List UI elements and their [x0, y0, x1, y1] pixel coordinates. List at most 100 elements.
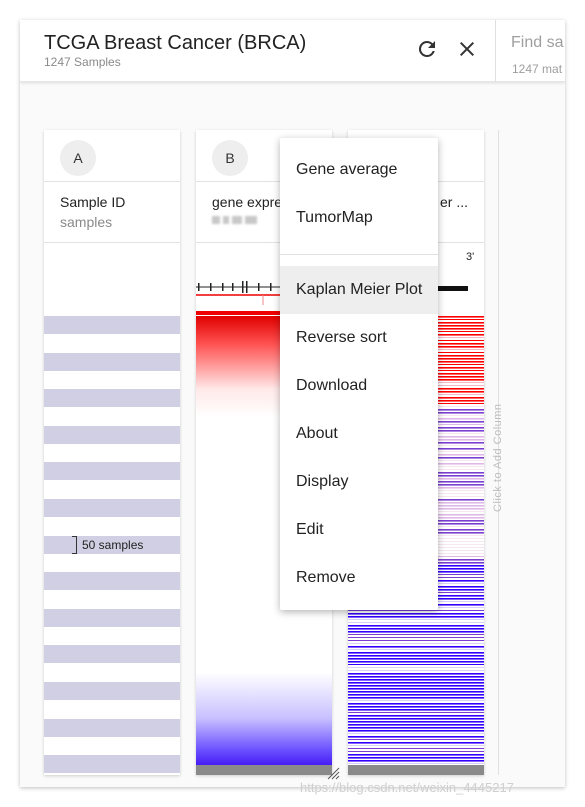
bracket-icon: [72, 536, 77, 554]
menu-item-edit[interactable]: Edit: [280, 506, 438, 554]
heatmap-row: [348, 682, 484, 684]
heatmap-row: [348, 622, 484, 623]
heatmap-row: [348, 646, 484, 648]
heatmap-row: [348, 742, 484, 744]
heatmap-row: [348, 628, 484, 630]
close-icon[interactable]: [455, 37, 479, 61]
heatmap-row: [348, 712, 484, 713]
heatmap-row: [348, 670, 484, 671]
find-match-count: 1247 mat: [512, 62, 563, 76]
heatmap-row: [348, 718, 484, 720]
sample-group-stripe: [44, 755, 180, 774]
heatmap-row: [348, 610, 484, 611]
heatmap-row: [348, 748, 484, 749]
heatmap-row: [348, 703, 484, 705]
heatmap-row: [348, 637, 484, 638]
sample-count: 1247 Samples: [44, 55, 121, 69]
heatmap-row: [348, 688, 484, 690]
sample-group-stripe: [44, 718, 180, 737]
heatmap-row: [348, 724, 484, 726]
heatmap-row: [348, 655, 484, 657]
heatmap-row: [348, 640, 484, 641]
column-a-badge[interactable]: A: [60, 140, 96, 176]
heatmap-row: [348, 751, 484, 752]
heatmap-row: [348, 721, 484, 723]
heatmap-row: [348, 619, 484, 620]
menu-item-tumormap[interactable]: TumorMap: [280, 194, 438, 242]
sample-group-stripe: [44, 462, 180, 481]
heatmap-row: [348, 685, 484, 687]
heatmap-row: [348, 733, 484, 734]
menu-item-remove[interactable]: Remove: [280, 554, 438, 602]
heatmap-row: [348, 613, 484, 615]
heatmap-row: [348, 631, 484, 633]
heatmap-row: [348, 625, 484, 627]
heatmap-row: [348, 661, 484, 663]
heatmap-row: [348, 634, 484, 635]
heatmap-row: [348, 739, 484, 740]
menu-item-reverse-sort[interactable]: Reverse sort: [280, 314, 438, 362]
heatmap-row: [348, 676, 484, 678]
watermark: https://blog.csdn.net/weixin_4445217: [300, 780, 514, 795]
menu-divider: [280, 254, 438, 255]
heatmap-row: [348, 691, 484, 693]
heatmap-row: [348, 757, 484, 759]
sample-group-stripe: [44, 499, 180, 517]
column-a: A Sample ID samples 50 samples: [44, 130, 180, 775]
find-samples-input[interactable]: Find sa: [511, 34, 563, 52]
sample-group-stripe: [44, 352, 180, 371]
heatmap-row: [348, 736, 484, 738]
heatmap-row: [348, 700, 484, 701]
heatmap-row: [348, 763, 484, 764]
heatmap-row: [348, 709, 484, 711]
heatmap-row: [348, 652, 484, 654]
sample-group-stripe: [44, 682, 180, 700]
heatmap-row: [348, 616, 484, 618]
sample-group-stripe: [44, 572, 180, 591]
refresh-icon[interactable]: [415, 37, 439, 61]
heatmap-row: [348, 643, 484, 644]
menu-item-kaplan-meier-plot[interactable]: Kaplan Meier Plot: [280, 266, 438, 314]
heatmap-row: [348, 667, 484, 668]
column-a-header: A: [44, 130, 180, 182]
menu-item-about[interactable]: About: [280, 410, 438, 458]
column-b-footer: [196, 765, 332, 775]
heatmap-row: [348, 706, 484, 708]
column-context-menu: Gene average TumorMap Kaplan Meier Plot …: [280, 138, 438, 610]
samples-tooltip-label: 50 samples: [82, 538, 144, 552]
sample-group-stripe: [44, 645, 180, 664]
sample-group-stripe: [44, 425, 180, 444]
heatmap-row: [348, 664, 484, 665]
menu-item-gene-average[interactable]: Gene average: [280, 146, 438, 194]
heatmap-row: [348, 679, 484, 681]
header-divider: [495, 20, 496, 82]
heatmap-row: [348, 697, 484, 699]
column-b-badge[interactable]: B: [212, 140, 248, 176]
column-a-sub: samples: [60, 214, 113, 230]
resize-grip-icon[interactable]: [326, 766, 340, 780]
menu-item-download[interactable]: Download: [280, 362, 438, 410]
heatmap-row: [348, 658, 484, 660]
app-window: TCGA Breast Cancer (BRCA) 1247 Samples F…: [20, 20, 565, 787]
app-header: TCGA Breast Cancer (BRCA) 1247 Samples F…: [20, 20, 565, 82]
heatmap-row: [348, 715, 484, 717]
column-a-field: Sample ID: [60, 194, 126, 210]
sample-group-stripe: [44, 316, 180, 334]
three-prime-label: 3': [466, 251, 474, 263]
page-title: TCGA Breast Cancer (BRCA): [44, 32, 307, 54]
column-a-label: Sample ID samples: [44, 182, 180, 243]
heatmap-row: [348, 649, 484, 650]
column-c-footer: [348, 765, 484, 775]
heatmap-row: [348, 694, 484, 696]
menu-item-display[interactable]: Display: [280, 458, 438, 506]
add-column-label[interactable]: Click to Add Column: [492, 403, 504, 512]
heatmap-row: [348, 673, 484, 675]
sample-group-stripe: [44, 608, 180, 627]
heatmap-row: [348, 754, 484, 756]
heatmap-row: [348, 730, 484, 732]
heatmap-row: [348, 727, 484, 729]
sample-group-stripe: [44, 389, 180, 408]
samples-tooltip: 50 samples: [72, 536, 143, 554]
heatmap-row: [348, 760, 484, 762]
heatmap-row: [348, 745, 484, 746]
